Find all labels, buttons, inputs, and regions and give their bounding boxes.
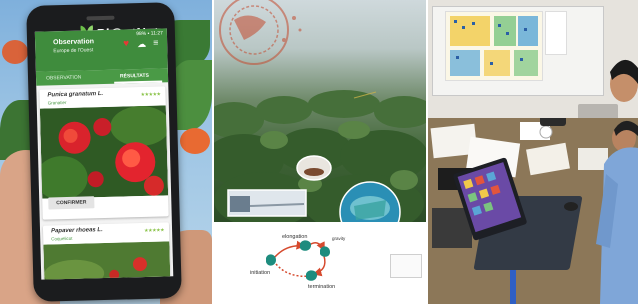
background-flower [2, 40, 28, 64]
flora-region[interactable]: Europe de l'Ouest [53, 47, 93, 54]
page-title: Observation [53, 38, 95, 47]
mouse [564, 202, 578, 211]
forest-panel: elongation initiation termination gravit… [214, 0, 426, 304]
tab-bar: OBSERVATION RÉSULTATS [35, 68, 169, 86]
species-name: Punica granatum L. [47, 91, 104, 99]
phone-speaker [86, 15, 115, 21]
stage-node-elongation [300, 240, 312, 251]
tab-results[interactable]: RÉSULTATS [120, 73, 149, 80]
menu-icon[interactable]: ≡ [153, 38, 159, 48]
cloud-upload-icon[interactable]: ☁ [137, 39, 146, 49]
app-screen: 98% ▪ 11:27 Observation Europe de l'Oues… [34, 28, 174, 280]
stage-node-termination [306, 270, 318, 281]
plantnet-photo-panel: Pl@ntNet 98% ▪ 11:27 Observation Europe … [0, 0, 212, 304]
lifecycle-diagram: elongation initiation termination gravit… [214, 222, 426, 304]
person-figure [596, 59, 638, 304]
score-stars: ★★★★★ [144, 227, 165, 234]
stage-label-termination: termination [308, 284, 336, 290]
whiteboard [432, 6, 604, 96]
common-name: Granatier [47, 99, 67, 106]
meeting-photo-panel [428, 0, 638, 304]
confirm-button[interactable]: CONFIRMER [48, 196, 95, 210]
poster [545, 11, 567, 55]
background-flower [180, 128, 210, 154]
status-bar: 98% ▪ 11:27 [136, 30, 163, 38]
stage-node-gravity [320, 246, 330, 257]
app-bar: 98% ▪ 11:27 Observation Europe de l'Oues… [34, 28, 168, 72]
usb-cable [510, 270, 516, 304]
flower-photo[interactable] [39, 105, 169, 199]
tab-indicator [114, 80, 163, 84]
person [596, 44, 638, 304]
stage-label-gravity: gravity [332, 236, 346, 241]
poster-graphic [450, 16, 538, 76]
document-thumbnail [390, 254, 422, 278]
species-name: Papaver rhoeas L. [50, 227, 103, 235]
smartphone: Pl@ntNet 98% ▪ 11:27 Observation Europe … [26, 2, 182, 302]
stage-label-elongation: elongation [282, 234, 308, 240]
forest-aerial-photo [214, 0, 426, 222]
canopy-illustration [214, 0, 426, 222]
result-card[interactable]: Papaver rhoeas L. Coquelicot ★★★★★ [42, 222, 171, 280]
common-name: Coquelicot [51, 235, 73, 242]
tab-observation[interactable]: OBSERVATION [46, 75, 81, 82]
score-stars: ★★★★★ [140, 91, 161, 99]
stage-label-initiation: initiation [250, 270, 271, 276]
flower-photo[interactable] [43, 241, 171, 280]
heart-icon[interactable]: ♥ [123, 38, 133, 49]
poster [445, 11, 543, 81]
stage-node-initiation [266, 254, 276, 266]
